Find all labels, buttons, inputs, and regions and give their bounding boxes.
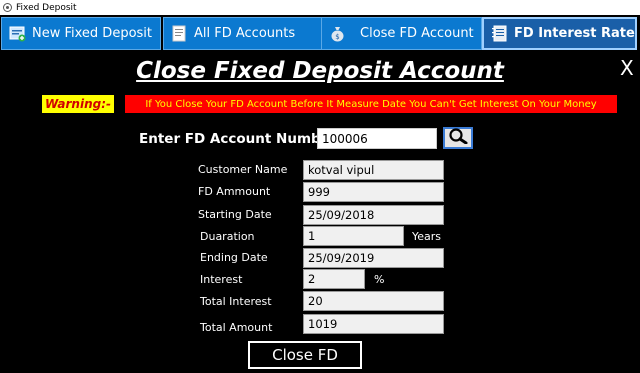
search-icon [447,128,469,148]
close-icon[interactable]: X [620,56,634,80]
close-fd-button[interactable]: Close FD [248,341,362,369]
tab-close-fd-account[interactable]: $ Close FD Account [321,17,482,50]
duration-field[interactable]: 1 [303,226,404,246]
new-deposit-icon [8,25,26,43]
document-icon [170,25,188,43]
tab-strip: New Fixed Deposit All FD Accounts $ Clos… [0,15,640,52]
ending-date-field[interactable]: 25/09/2019 [303,248,444,268]
duration-label: Duaration [200,230,255,243]
svg-text:$: $ [335,33,339,41]
search-button[interactable] [443,127,473,149]
account-number-label: Enter FD Account Number [139,131,337,147]
duration-unit: Years [412,230,442,243]
warning-label: Warning:- [42,95,114,113]
window-title: Fixed Deposit [16,2,77,13]
page-title: Close Fixed Deposit Account [136,58,504,84]
notebook-icon [490,25,508,43]
fd-amount-field[interactable]: 999 [303,182,444,202]
ending-date-label: Ending Date [200,251,268,264]
interest-unit: % [374,273,385,286]
interest-field[interactable]: 2 [303,269,365,289]
interest-label: Interest [200,273,243,286]
total-amount-field[interactable]: 1019 [303,314,444,334]
tab-fd-interest-rate[interactable]: FD Interest Rate [482,17,637,50]
tab-label: Close FD Account [360,26,474,41]
total-interest-label: Total Interest [200,295,272,308]
window-titlebar: Fixed Deposit [0,0,640,15]
total-amount-label: Total Amount [200,321,273,334]
warning-message: If You Close Your FD Account Before It M… [125,95,617,113]
tab-all-fd-accounts[interactable]: All FD Accounts [163,17,323,50]
total-interest-field[interactable]: 20 [303,291,444,311]
fd-amount-label: FD Ammount [198,185,271,198]
money-bag-icon: $ [328,25,346,43]
customer-name-label: Customer Name [198,163,288,176]
tab-new-fixed-deposit[interactable]: New Fixed Deposit [1,17,161,50]
customer-name-field[interactable]: kotval vipul [303,160,444,180]
tab-label: All FD Accounts [194,26,296,41]
tab-label: FD Interest Rate [514,26,635,41]
starting-date-field[interactable]: 25/09/2018 [303,205,444,225]
app-icon [3,3,12,12]
account-number-input[interactable] [317,128,437,149]
tab-label: New Fixed Deposit [32,26,153,41]
starting-date-label: Starting Date [198,208,272,221]
